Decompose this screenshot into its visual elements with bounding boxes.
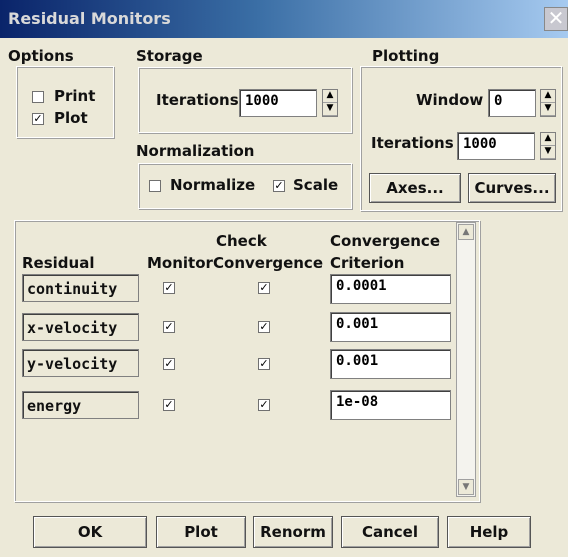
storage-iterations-label: Iterations xyxy=(156,91,239,109)
help-button[interactable]: Help xyxy=(447,516,531,548)
window-label: Window xyxy=(416,91,484,109)
ok-button[interactable]: OK xyxy=(33,516,147,548)
window-stepper[interactable]: ▲ ▼ xyxy=(540,89,556,117)
storage-iterations-input[interactable]: 1000 xyxy=(239,89,317,117)
scroll-down-icon[interactable]: ▼ xyxy=(458,479,474,495)
renorm-button[interactable]: Renorm xyxy=(253,516,333,548)
window-input[interactable]: 0 xyxy=(488,89,536,117)
storage-iterations-stepper[interactable]: ▲ ▼ xyxy=(322,89,338,117)
criterion-input-continuity[interactable]: 0.0001 xyxy=(330,274,451,304)
criterion-column-header-line2: Criterion xyxy=(330,254,405,272)
residual-name-energy: energy xyxy=(22,391,139,419)
monitor-checkbox-energy[interactable]: ✓ xyxy=(163,399,175,411)
normalization-label: Normalization xyxy=(136,142,255,160)
axes-button[interactable]: Axes... xyxy=(369,173,461,203)
curves-button[interactable]: Curves... xyxy=(468,173,556,203)
monitor-checkbox-x-velocity[interactable]: ✓ xyxy=(163,321,175,333)
plot-button[interactable]: Plot xyxy=(156,516,246,548)
monitor-checkbox-continuity[interactable]: ✓ xyxy=(163,282,175,294)
check-column-header-line1: Check xyxy=(216,232,267,250)
criterion-input-energy[interactable]: 1e-08 xyxy=(330,390,451,420)
storage-label: Storage xyxy=(136,47,203,65)
plot-label: Plot xyxy=(54,109,88,127)
residual-monitors-dialog: Residual Monitors ✕ Options Print ✓ Plot… xyxy=(0,0,568,557)
title-bar[interactable]: Residual Monitors ✕ xyxy=(0,0,568,38)
criterion-column-header-line1: Convergence xyxy=(330,232,440,250)
check-column-header-line2: Convergence xyxy=(213,254,323,272)
print-label: Print xyxy=(54,87,96,105)
residual-name-x-velocity: x-velocity xyxy=(22,313,139,341)
window-title: Residual Monitors xyxy=(8,9,171,28)
scale-label: Scale xyxy=(293,176,339,194)
check-convergence-checkbox-x-velocity[interactable]: ✓ xyxy=(258,321,270,333)
print-checkbox[interactable] xyxy=(32,91,44,103)
monitor-checkbox-y-velocity[interactable]: ✓ xyxy=(163,358,175,370)
monitor-column-header: Monitor xyxy=(147,254,213,272)
normalize-label: Normalize xyxy=(170,176,256,194)
scroll-up-icon[interactable]: ▲ xyxy=(458,224,474,240)
plotting-iterations-stepper[interactable]: ▲ ▼ xyxy=(540,132,556,160)
criterion-input-y-velocity[interactable]: 0.001 xyxy=(330,349,451,379)
check-convergence-checkbox-continuity[interactable]: ✓ xyxy=(258,282,270,294)
plotting-iterations-label: Iterations xyxy=(371,134,454,152)
cancel-button[interactable]: Cancel xyxy=(341,516,439,548)
normalize-checkbox[interactable] xyxy=(149,180,161,192)
plotting-label: Plotting xyxy=(372,47,440,65)
options-label: Options xyxy=(8,47,74,65)
residual-name-continuity: continuity xyxy=(22,274,139,302)
criterion-input-x-velocity[interactable]: 0.001 xyxy=(330,312,451,342)
residual-column-header: Residual xyxy=(22,254,95,272)
check-convergence-checkbox-y-velocity[interactable]: ✓ xyxy=(258,358,270,370)
close-icon[interactable]: ✕ xyxy=(544,7,568,31)
residual-name-y-velocity: y-velocity xyxy=(22,349,139,377)
plot-checkbox[interactable]: ✓ xyxy=(32,113,44,125)
plotting-iterations-input[interactable]: 1000 xyxy=(457,132,535,160)
check-convergence-checkbox-energy[interactable]: ✓ xyxy=(258,399,270,411)
scale-checkbox[interactable]: ✓ xyxy=(273,180,285,192)
table-scrollbar[interactable]: ▲ ▼ xyxy=(456,222,476,497)
